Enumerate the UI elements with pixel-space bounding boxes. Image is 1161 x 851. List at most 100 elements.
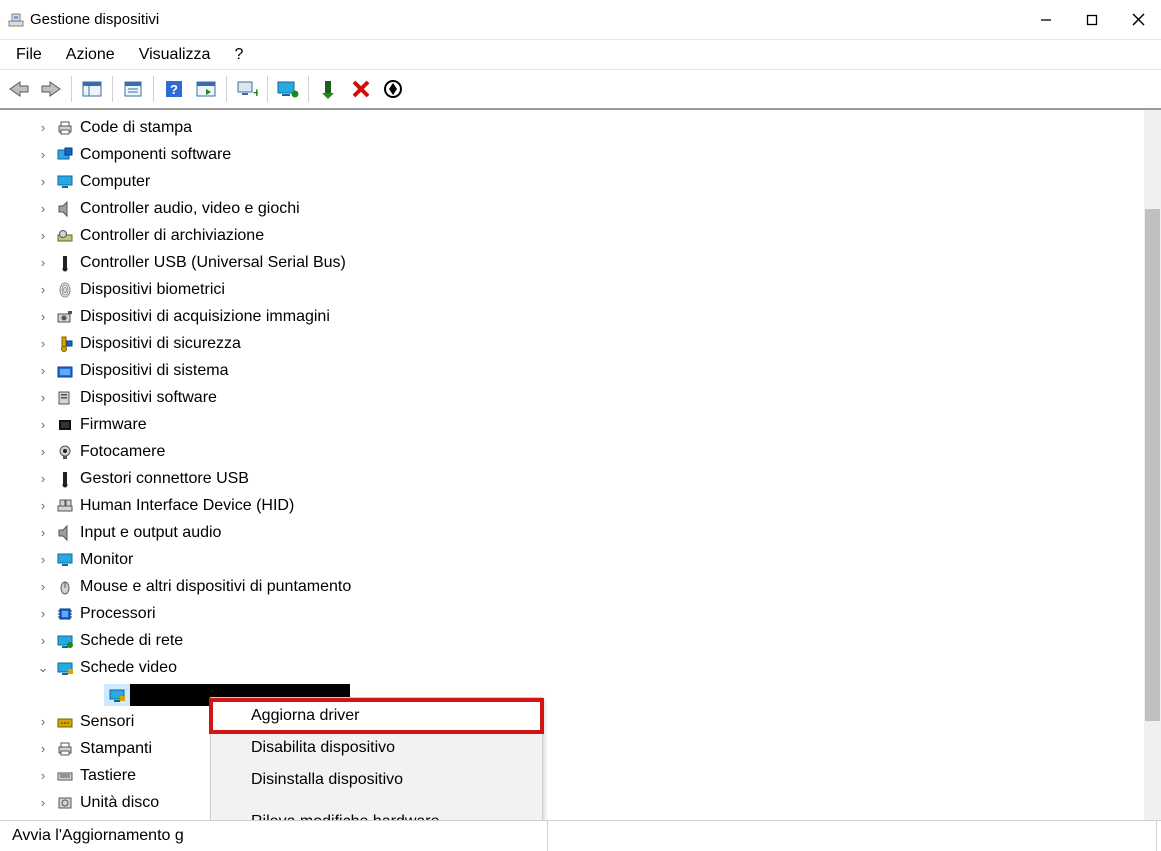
scrollbar-thumb[interactable]: [1145, 209, 1160, 720]
minimize-button[interactable]: [1023, 0, 1069, 40]
chevron-right-icon[interactable]: ›: [36, 579, 50, 594]
tree-node-label: Human Interface Device (HID): [80, 497, 294, 515]
scan-hardware-button[interactable]: +: [232, 74, 262, 104]
context-menu-item[interactable]: Disinstalla dispositivo: [211, 764, 542, 796]
tree-node-label: Monitor: [80, 551, 133, 569]
tree-node[interactable]: › Controller di archiviazione: [0, 222, 1161, 249]
firmware-icon: [56, 416, 74, 434]
toolbar-separator: [308, 76, 309, 102]
tree-node-label: Controller audio, video e giochi: [80, 200, 300, 218]
chevron-right-icon[interactable]: ›: [36, 741, 50, 756]
enable-device-button[interactable]: [314, 74, 344, 104]
tree-node-label: Dispositivi di sistema: [80, 362, 228, 380]
chevron-right-icon[interactable]: ›: [36, 552, 50, 567]
status-text: Avvia l'Aggiornamento g: [12, 827, 184, 845]
uninstall-device-button[interactable]: [346, 74, 376, 104]
chevron-right-icon[interactable]: ›: [36, 768, 50, 783]
update-driver-button[interactable]: [273, 74, 303, 104]
menu-view[interactable]: Visualizza: [129, 44, 221, 66]
scrollbar-vertical[interactable]: [1144, 110, 1161, 820]
tree-node[interactable]: ›Computer: [0, 168, 1161, 195]
chevron-right-icon[interactable]: ›: [36, 363, 50, 378]
tree-node[interactable]: ›Input e output audio: [0, 519, 1161, 546]
chevron-right-icon[interactable]: ›: [36, 471, 50, 486]
chevron-right-icon[interactable]: ›: [36, 282, 50, 297]
context-menu-item[interactable]: Aggiorna driver: [211, 700, 542, 732]
menu-help[interactable]: ?: [224, 44, 253, 66]
context-menu-item[interactable]: Rileva modifiche hardware: [211, 806, 542, 821]
properties-button[interactable]: [118, 74, 148, 104]
chevron-right-icon[interactable]: ›: [36, 228, 50, 243]
chevron-right-icon[interactable]: ›: [36, 120, 50, 135]
chevron-right-icon[interactable]: ›: [36, 147, 50, 162]
tree-node[interactable]: ›Dispositivi di acquisizione immagini: [0, 303, 1161, 330]
tree-node[interactable]: ›Schede di rete: [0, 627, 1161, 654]
show-hide-tree-button[interactable]: [77, 74, 107, 104]
chevron-down-icon[interactable]: ⌄: [36, 660, 50, 676]
chevron-right-icon[interactable]: ›: [36, 525, 50, 540]
software-icon: [56, 389, 74, 407]
tree-node[interactable]: › Componenti software: [0, 141, 1161, 168]
chevron-right-icon[interactable]: ›: [36, 633, 50, 648]
fingerprint-icon: [56, 281, 74, 299]
tree-node[interactable]: ›Gestori connettore USB: [0, 465, 1161, 492]
menu-action[interactable]: Azione: [56, 44, 125, 66]
tree-node[interactable]: › Dispositivi di sicurezza: [0, 330, 1161, 357]
tree-node-label: Mouse e altri dispositivi di puntamento: [80, 578, 351, 596]
tree-node-child-selected[interactable]: ›: [0, 681, 1161, 708]
monitor-icon: [56, 551, 74, 569]
chevron-right-icon[interactable]: ›: [36, 390, 50, 405]
tree-node[interactable]: ›Dispositivi biometrici: [0, 276, 1161, 303]
forward-button[interactable]: [36, 74, 66, 104]
tree-node-label: Controller di archiviazione: [80, 227, 264, 245]
hid-icon: [56, 497, 74, 515]
menu-file[interactable]: File: [6, 44, 52, 66]
tree-node[interactable]: ›Stampanti: [0, 735, 1161, 762]
tree-node[interactable]: ›Processori: [0, 600, 1161, 627]
usb-icon: [56, 254, 74, 272]
chevron-right-icon[interactable]: ›: [36, 255, 50, 270]
close-button[interactable]: [1115, 0, 1161, 40]
chevron-right-icon[interactable]: ›: [36, 336, 50, 351]
chevron-right-icon[interactable]: ›: [36, 606, 50, 621]
back-button[interactable]: [4, 74, 34, 104]
action-panel-button[interactable]: [191, 74, 221, 104]
chevron-right-icon[interactable]: ›: [36, 795, 50, 810]
tree-node-label: Dispositivi di sicurezza: [80, 335, 241, 353]
help-button[interactable]: ?: [159, 74, 189, 104]
maximize-button[interactable]: [1069, 0, 1115, 40]
tree-node[interactable]: ›Code di stampa: [0, 114, 1161, 141]
chevron-right-icon[interactable]: ›: [36, 714, 50, 729]
toolbar-separator: [153, 76, 154, 102]
tree-node-label: Componenti software: [80, 146, 231, 164]
chevron-right-icon[interactable]: ›: [36, 498, 50, 513]
display-adapter-icon: [56, 659, 74, 677]
chevron-right-icon[interactable]: ›: [36, 201, 50, 216]
sensor-icon: [56, 713, 74, 731]
chevron-right-icon[interactable]: ›: [36, 174, 50, 189]
statusbar: Avvia l'Aggiornamento g: [0, 821, 1161, 851]
tree-node[interactable]: ›Unità disco: [0, 789, 1161, 816]
disable-device-button[interactable]: [378, 74, 408, 104]
svg-text:+: +: [253, 85, 258, 99]
chevron-right-icon[interactable]: ›: [36, 309, 50, 324]
device-tree[interactable]: ›Code di stampa›Componenti software›Comp…: [0, 110, 1161, 820]
tree-node[interactable]: ›Dispositivi software: [0, 384, 1161, 411]
keyboard-icon: [56, 767, 74, 785]
tree-node[interactable]: › Monitor: [0, 546, 1161, 573]
context-menu-item[interactable]: Disabilita dispositivo: [211, 732, 542, 764]
titlebar: Gestione dispositivi: [0, 0, 1161, 40]
tree-node[interactable]: ›Controller USB (Universal Serial Bus): [0, 249, 1161, 276]
tree-node[interactable]: › Mouse e altri dispositivi di puntamento: [0, 573, 1161, 600]
chevron-right-icon[interactable]: ›: [36, 444, 50, 459]
tree-node[interactable]: › Human Interface Device (HID): [0, 492, 1161, 519]
tree-node[interactable]: ⌄Schede video: [0, 654, 1161, 681]
tree-node[interactable]: ›Firmware: [0, 411, 1161, 438]
tree-node[interactable]: ›Sensori: [0, 708, 1161, 735]
tree-node[interactable]: › Dispositivi di sistema: [0, 357, 1161, 384]
system-icon: [56, 362, 74, 380]
chevron-right-icon[interactable]: ›: [36, 417, 50, 432]
tree-node[interactable]: ›Fotocamere: [0, 438, 1161, 465]
tree-node[interactable]: ›Tastiere: [0, 762, 1161, 789]
tree-node[interactable]: › Controller audio, video e giochi: [0, 195, 1161, 222]
